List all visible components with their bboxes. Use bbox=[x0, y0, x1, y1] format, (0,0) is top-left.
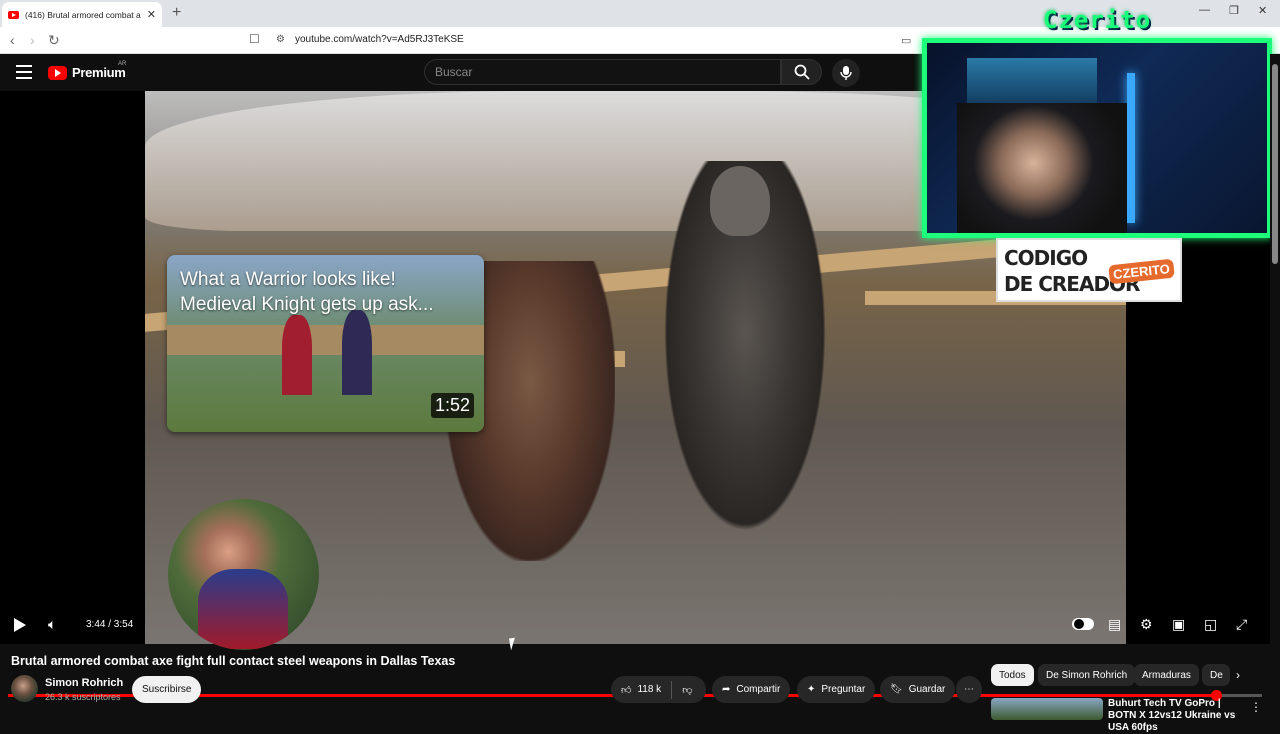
chevron-right-icon[interactable]: › bbox=[1236, 668, 1240, 682]
video-title: Brutal armored combat axe fight full con… bbox=[11, 654, 456, 668]
card-fighter-red bbox=[282, 315, 312, 395]
close-window-icon[interactable]: ✕ bbox=[1258, 4, 1267, 17]
card-title: What a Warrior looks like! Medieval Knig… bbox=[180, 269, 434, 315]
end-screen-video-card[interactable]: What a Warrior looks like! Medieval Knig… bbox=[167, 255, 484, 432]
search-button[interactable] bbox=[781, 59, 822, 85]
microphone-icon bbox=[840, 66, 852, 80]
like-dislike-group: 👍︎ 118 k 👎︎ bbox=[611, 676, 706, 703]
ask-label: Preguntar bbox=[821, 684, 866, 695]
scrollbar-thumb[interactable] bbox=[1272, 64, 1278, 264]
player-controls: 🔈︎ 3:44 / 3:54 ▤ ⚙ ▣ ◱ ⤢ bbox=[0, 612, 1280, 644]
search-box bbox=[424, 59, 781, 85]
page-scrollbar[interactable] bbox=[1270, 54, 1280, 720]
chip-armaduras[interactable]: Armaduras bbox=[1134, 664, 1199, 686]
cast-icon[interactable]: ◱ bbox=[1204, 616, 1217, 633]
youtube-logo-icon bbox=[48, 65, 67, 80]
bookmark-icon[interactable]: ☐ bbox=[249, 32, 260, 46]
ask-button[interactable]: ✦ Preguntar bbox=[797, 676, 876, 703]
creator-tag: CZERITO bbox=[1108, 258, 1175, 285]
knight-helmet bbox=[710, 166, 770, 236]
subtitles-icon[interactable]: ▤ bbox=[1108, 616, 1121, 633]
creator-code-badge: CODIGO DE CREADOR CZERITO bbox=[996, 238, 1182, 302]
recommended-more-icon[interactable]: ⋮ bbox=[1250, 700, 1262, 714]
subscriber-count: 26.3 k suscriptores bbox=[45, 692, 121, 702]
save-button[interactable]: 🔖︎ Guardar bbox=[880, 676, 956, 703]
like-count[interactable]: 118 k bbox=[637, 684, 661, 695]
card-duration: 1:52 bbox=[430, 393, 474, 418]
logo-word: Premium bbox=[72, 65, 126, 80]
chip-more[interactable]: De bbox=[1202, 664, 1230, 686]
play-icon[interactable] bbox=[14, 618, 26, 632]
hamburger-menu-icon[interactable] bbox=[16, 65, 32, 79]
tab-title: (416) Brutal armored combat axe bbox=[25, 9, 141, 20]
recommended-thumbnail[interactable] bbox=[991, 698, 1103, 720]
webcam-overlay bbox=[922, 38, 1272, 238]
site-info-icon[interactable]: ⚙ bbox=[276, 34, 285, 45]
subscribe-button[interactable]: Suscribirse bbox=[132, 676, 202, 703]
new-tab-button[interactable]: + bbox=[172, 4, 181, 22]
tab-close-icon[interactable]: ✕ bbox=[147, 8, 156, 21]
share-label: Compartir bbox=[736, 684, 781, 695]
miniplayer-icon[interactable]: ▣ bbox=[1172, 616, 1185, 633]
like-divider bbox=[671, 680, 673, 699]
volume-icon[interactable]: 🔈︎ bbox=[48, 616, 56, 633]
more-actions-icon[interactable]: ⋯ bbox=[956, 676, 982, 703]
chip-todos[interactable]: Todos bbox=[991, 664, 1034, 686]
webcam-streamer bbox=[957, 103, 1127, 233]
chip-channel[interactable]: De Simon Rohrich bbox=[1038, 664, 1136, 686]
card-fence bbox=[167, 325, 484, 355]
webcam-led-light bbox=[1127, 73, 1135, 223]
share-button[interactable]: ➦ Compartir bbox=[712, 676, 791, 703]
recommended-title[interactable]: Buhurt Tech TV GoPro | BOTN X 12vs12 Ukr… bbox=[1108, 698, 1248, 734]
youtube-favicon-icon bbox=[8, 10, 19, 19]
settings-gear-icon[interactable]: ⚙ bbox=[1140, 616, 1153, 633]
sparkle-icon: ✦ bbox=[807, 684, 816, 695]
browser-tab[interactable]: (416) Brutal armored combat axe ✕ bbox=[2, 2, 162, 27]
time-display: 3:44 / 3:54 bbox=[86, 619, 134, 630]
creator-line-1: CODIGO bbox=[1004, 246, 1088, 270]
save-icon: 🔖︎ bbox=[890, 684, 903, 695]
reload-icon[interactable]: ↻ bbox=[48, 32, 60, 49]
search-icon bbox=[794, 64, 810, 80]
channel-name[interactable]: Simon Rohrich bbox=[45, 677, 123, 689]
install-app-icon[interactable]: ▭ bbox=[901, 34, 911, 47]
back-icon[interactable]: ‹ bbox=[10, 32, 15, 48]
save-label: Guardar bbox=[908, 684, 946, 695]
share-icon: ➦ bbox=[722, 684, 731, 695]
forward-icon[interactable]: › bbox=[30, 32, 35, 48]
maximize-icon[interactable]: ❐ bbox=[1229, 4, 1239, 17]
minimize-icon[interactable]: — bbox=[1199, 4, 1210, 16]
streamer-name: Czerito bbox=[1043, 6, 1152, 34]
like-icon[interactable]: 👍︎ bbox=[621, 684, 631, 696]
channel-avatar[interactable] bbox=[11, 675, 38, 702]
url-text[interactable]: youtube.com/watch?v=Ad5RJ3TeKSE bbox=[295, 34, 464, 45]
fullscreen-icon[interactable]: ⤢ bbox=[1236, 616, 1247, 633]
card-fighter-blue bbox=[342, 310, 372, 395]
autoplay-toggle[interactable] bbox=[1072, 618, 1094, 630]
country-code: AR bbox=[118, 61, 127, 67]
youtube-premium-logo[interactable]: Premium AR bbox=[48, 61, 126, 80]
dislike-icon[interactable]: 👎︎ bbox=[682, 684, 692, 696]
voice-search-button[interactable] bbox=[832, 59, 860, 87]
search-input[interactable] bbox=[425, 60, 780, 84]
